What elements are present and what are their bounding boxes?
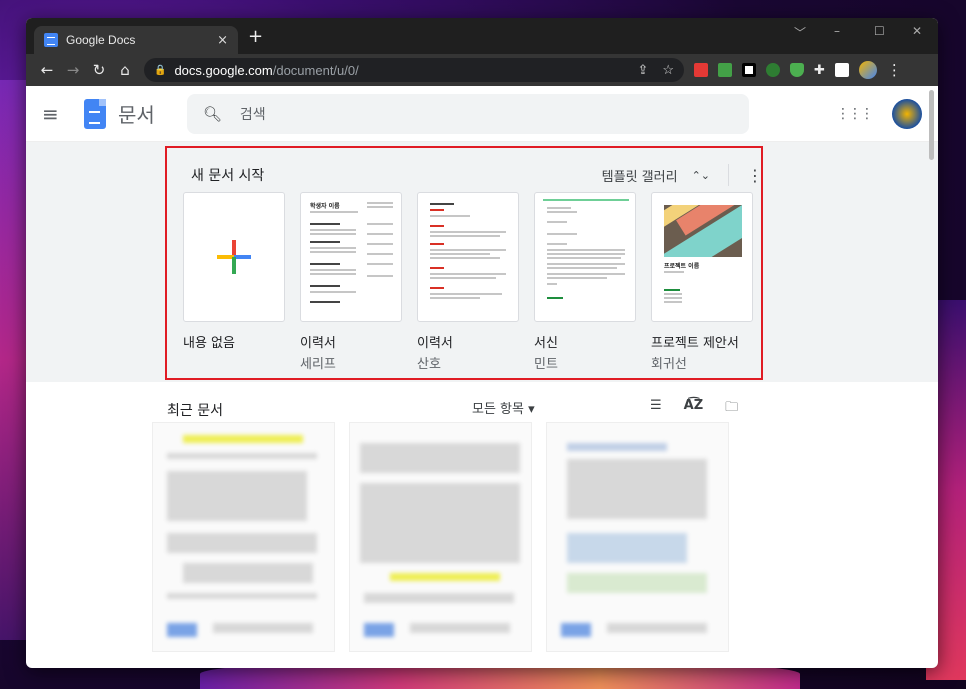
search-input[interactable]: 🔍︎ 검색 xyxy=(186,93,749,134)
extension-leaf-icon[interactable] xyxy=(766,63,780,77)
template-subtitle: 산호 xyxy=(417,357,441,372)
template-thumb[interactable]: 학생자 이름 xyxy=(300,192,402,322)
extension-black-icon[interactable] xyxy=(742,63,756,77)
template-subtitle: 세리프 xyxy=(300,357,336,372)
template-thumb[interactable] xyxy=(417,192,519,322)
list-view-icon[interactable]: ☰ xyxy=(650,398,662,420)
template-card-resume-coral[interactable]: 이력서 산호 xyxy=(417,192,519,372)
recent-document-card[interactable] xyxy=(546,422,729,652)
minimize-button[interactable]: – xyxy=(834,24,840,38)
browser-tab-google-docs[interactable]: Google Docs × xyxy=(34,26,238,54)
reload-icon[interactable]: ↻ xyxy=(86,61,112,79)
address-bar[interactable]: 🔒 docs.google.com /document/u/0/ ⇪ ☆ xyxy=(144,58,684,82)
search-placeholder: 검색 xyxy=(239,106,266,123)
extension-green-icon[interactable] xyxy=(718,63,732,77)
template-section: 새 문서 시작 템플릿 갤러리 ⌃⌄ ⋮ 내용 없음 학생자 이름 이력서 세리… xyxy=(26,142,938,382)
template-card-letter-mint[interactable]: 서신 민트 xyxy=(534,192,636,372)
recent-document-card[interactable] xyxy=(152,422,335,652)
thumb-project-text: 프로젝트 이름 xyxy=(664,263,700,270)
template-card-project-proposal[interactable]: 프로젝트 이름 프로젝트 제안서 회귀선 xyxy=(651,192,753,372)
account-avatar[interactable] xyxy=(892,98,922,129)
lock-icon[interactable]: 🔒 xyxy=(154,65,166,76)
browser-toolbar: ← → ↻ ⌂ 🔒 docs.google.com /document/u/0/… xyxy=(26,54,938,86)
docs-favicon-icon xyxy=(44,33,58,47)
extension-red-icon[interactable] xyxy=(694,63,708,77)
url-path: /document/u/0/ xyxy=(272,62,359,78)
tab-title: Google Docs xyxy=(66,33,136,47)
plus-icon xyxy=(217,240,251,274)
recent-document-card[interactable] xyxy=(349,422,532,652)
search-icon[interactable]: 🔍︎ xyxy=(203,105,222,123)
url-host: docs.google.com xyxy=(174,62,273,78)
side-panel-icon[interactable] xyxy=(834,63,849,77)
back-icon[interactable]: ← xyxy=(34,61,60,79)
template-thumb[interactable] xyxy=(534,192,636,322)
docs-header: ≡ 문서 🔍︎ 검색 ⋮⋮⋮ xyxy=(26,86,938,142)
app-name[interactable]: 문서 xyxy=(118,99,155,128)
page-scrollbar[interactable] xyxy=(929,90,934,160)
template-gallery-button[interactable]: 템플릿 갤러리 xyxy=(602,166,678,185)
folder-picker-icon[interactable]: 🗀 xyxy=(725,398,738,420)
extension-shield-icon[interactable] xyxy=(790,63,804,77)
recent-section-title: 최근 문서 xyxy=(167,403,223,419)
owner-filter-label: 모든 항목 xyxy=(472,402,524,417)
template-thumb[interactable] xyxy=(183,192,285,322)
forward-icon[interactable]: → xyxy=(60,61,86,79)
tab-strip: Google Docs × + ﹀ – ☐ ✕ xyxy=(26,18,938,54)
docs-logo-icon[interactable] xyxy=(84,98,106,129)
template-subtitle: 회귀선 xyxy=(651,357,687,372)
recent-documents-grid xyxy=(152,422,729,652)
browser-menu-icon[interactable]: ⋮ xyxy=(887,61,902,79)
template-subtitle: 민트 xyxy=(534,357,558,372)
template-card-resume-serif[interactable]: 학생자 이름 이력서 세리프 xyxy=(300,192,402,372)
home-icon[interactable]: ⌂ xyxy=(112,61,138,79)
tab-search-icon[interactable]: ﹀ xyxy=(794,24,806,41)
template-title: 이력서 xyxy=(417,336,453,351)
unfold-icon[interactable]: ⌃⌄ xyxy=(692,169,710,182)
template-title: 이력서 xyxy=(300,336,336,351)
new-tab-button[interactable]: + xyxy=(248,26,263,47)
proposal-cover-graphic xyxy=(664,205,742,257)
bookmark-star-icon[interactable]: ☆ xyxy=(662,62,674,78)
share-icon[interactable]: ⇪ xyxy=(637,62,648,78)
google-apps-icon[interactable]: ⋮⋮⋮ xyxy=(836,106,874,122)
profile-avatar[interactable] xyxy=(858,61,877,79)
close-tab-icon[interactable]: × xyxy=(217,33,228,48)
sort-az-icon[interactable]: A͡Z xyxy=(684,398,704,420)
template-thumb[interactable]: 프로젝트 이름 xyxy=(651,192,753,322)
template-section-title: 새 문서 시작 xyxy=(191,168,265,184)
template-title: 서신 xyxy=(534,336,558,351)
close-window-button[interactable]: ✕ xyxy=(912,24,922,38)
template-title: 내용 없음 xyxy=(183,336,235,351)
main-menu-icon[interactable]: ≡ xyxy=(42,102,66,126)
more-options-icon[interactable]: ⋮ xyxy=(747,166,763,185)
thumb-name-text: 학생자 이름 xyxy=(310,203,340,210)
template-title: 프로젝트 제안서 xyxy=(651,336,739,351)
owner-filter-dropdown[interactable]: 모든 항목 ▾ xyxy=(472,398,535,417)
template-card-blank[interactable]: 내용 없음 xyxy=(183,192,285,372)
extensions-puzzle-icon[interactable]: ✚ xyxy=(814,63,825,78)
maximize-button[interactable]: ☐ xyxy=(874,24,885,38)
